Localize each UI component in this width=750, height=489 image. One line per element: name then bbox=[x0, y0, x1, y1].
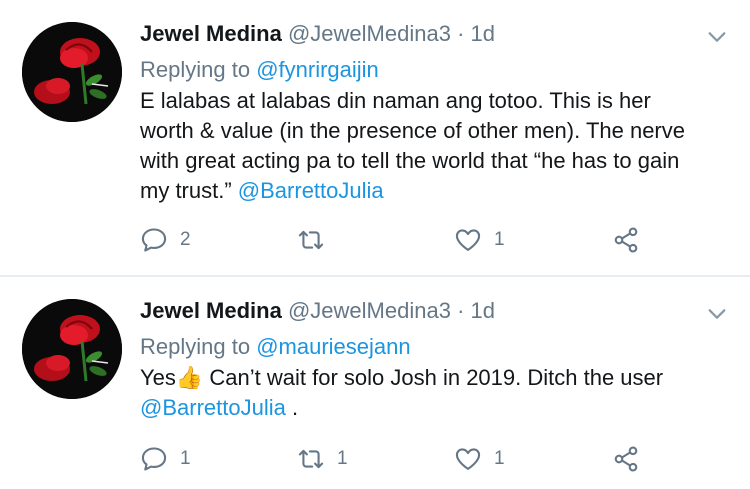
heart-icon bbox=[455, 448, 481, 470]
replying-prefix: Replying to bbox=[140, 57, 251, 82]
share-button[interactable] bbox=[612, 441, 640, 477]
retweet-icon bbox=[298, 449, 324, 469]
tweet-actions: 2 1 bbox=[140, 222, 660, 258]
tweet-text-segment: Yes bbox=[140, 365, 176, 390]
mention-link[interactable]: @BarrettoJulia bbox=[238, 178, 384, 203]
tweet-text-line: my trust.” bbox=[140, 178, 232, 203]
tweet-text-line: with great acting pa to tell the world t… bbox=[140, 148, 680, 173]
thumbs-up-emoji: 👍 bbox=[175, 365, 204, 390]
chevron-down-icon[interactable] bbox=[706, 303, 728, 325]
rose-avatar-image bbox=[22, 299, 122, 399]
tweet-header: Jewel Medina @JewelMedina3 · 1d bbox=[140, 295, 495, 327]
tweet-actions: 1 1 1 bbox=[140, 441, 660, 477]
reply-icon bbox=[141, 447, 167, 471]
like-button[interactable]: 1 bbox=[454, 441, 505, 477]
replying-prefix: Replying to bbox=[140, 334, 251, 359]
retweet-count: 1 bbox=[337, 448, 348, 469]
tweet-time[interactable]: 1d bbox=[471, 21, 495, 46]
tweet-text: E lalabas at lalabas din naman ang totoo… bbox=[140, 86, 725, 206]
mention-link[interactable]: @BarrettoJulia bbox=[140, 395, 286, 420]
author-name[interactable]: Jewel Medina bbox=[140, 21, 282, 46]
tweet-item[interactable]: Jewel Medina @JewelMedina3 · 1d Replying… bbox=[0, 0, 750, 275]
author-name[interactable]: Jewel Medina bbox=[140, 298, 282, 323]
reply-icon bbox=[141, 228, 167, 252]
retweet-button[interactable]: 1 bbox=[297, 441, 348, 477]
replying-to-line: Replying to @fynrirgaijin bbox=[140, 55, 379, 85]
separator-dot: · bbox=[457, 298, 465, 323]
retweet-icon bbox=[298, 230, 324, 250]
retweet-button[interactable] bbox=[297, 222, 337, 258]
chevron-down-icon[interactable] bbox=[706, 26, 728, 48]
avatar[interactable] bbox=[22, 299, 122, 399]
tweet-text-segment: Can’t wait for solo Josh in 2019. Ditch … bbox=[203, 365, 664, 390]
share-icon bbox=[614, 227, 638, 253]
tweet-text-line: E lalabas at lalabas din naman ang totoo… bbox=[140, 88, 651, 113]
like-count: 1 bbox=[494, 448, 505, 469]
heart-icon bbox=[455, 229, 481, 251]
replying-to-mention[interactable]: @fynrirgaijin bbox=[256, 57, 379, 82]
rose-avatar-image bbox=[22, 22, 122, 122]
tweet-item[interactable]: Jewel Medina @JewelMedina3 · 1d Replying… bbox=[0, 277, 750, 489]
share-icon bbox=[614, 446, 638, 472]
reply-button[interactable]: 1 bbox=[140, 441, 191, 477]
replying-to-mention[interactable]: @mauriesejann bbox=[256, 334, 410, 359]
tweet-header: Jewel Medina @JewelMedina3 · 1d bbox=[140, 18, 495, 50]
like-count: 1 bbox=[494, 229, 505, 250]
replying-to-line: Replying to @mauriesejann bbox=[140, 332, 411, 362]
tweet-text: Yes👍 Can’t wait for solo Josh in 2019. D… bbox=[140, 363, 725, 423]
reply-count: 1 bbox=[180, 448, 191, 469]
tweet-time[interactable]: 1d bbox=[471, 298, 495, 323]
author-handle[interactable]: @JewelMedina3 bbox=[288, 298, 451, 323]
tweet-text-line: worth & value (in the presence of other … bbox=[140, 118, 685, 143]
avatar[interactable] bbox=[22, 22, 122, 122]
tweet-text-segment: . bbox=[285, 395, 299, 420]
separator-dot: · bbox=[457, 21, 465, 46]
author-handle[interactable]: @JewelMedina3 bbox=[288, 21, 451, 46]
reply-button[interactable]: 2 bbox=[140, 222, 191, 258]
reply-count: 2 bbox=[180, 229, 191, 250]
share-button[interactable] bbox=[612, 222, 640, 258]
like-button[interactable]: 1 bbox=[454, 222, 505, 258]
